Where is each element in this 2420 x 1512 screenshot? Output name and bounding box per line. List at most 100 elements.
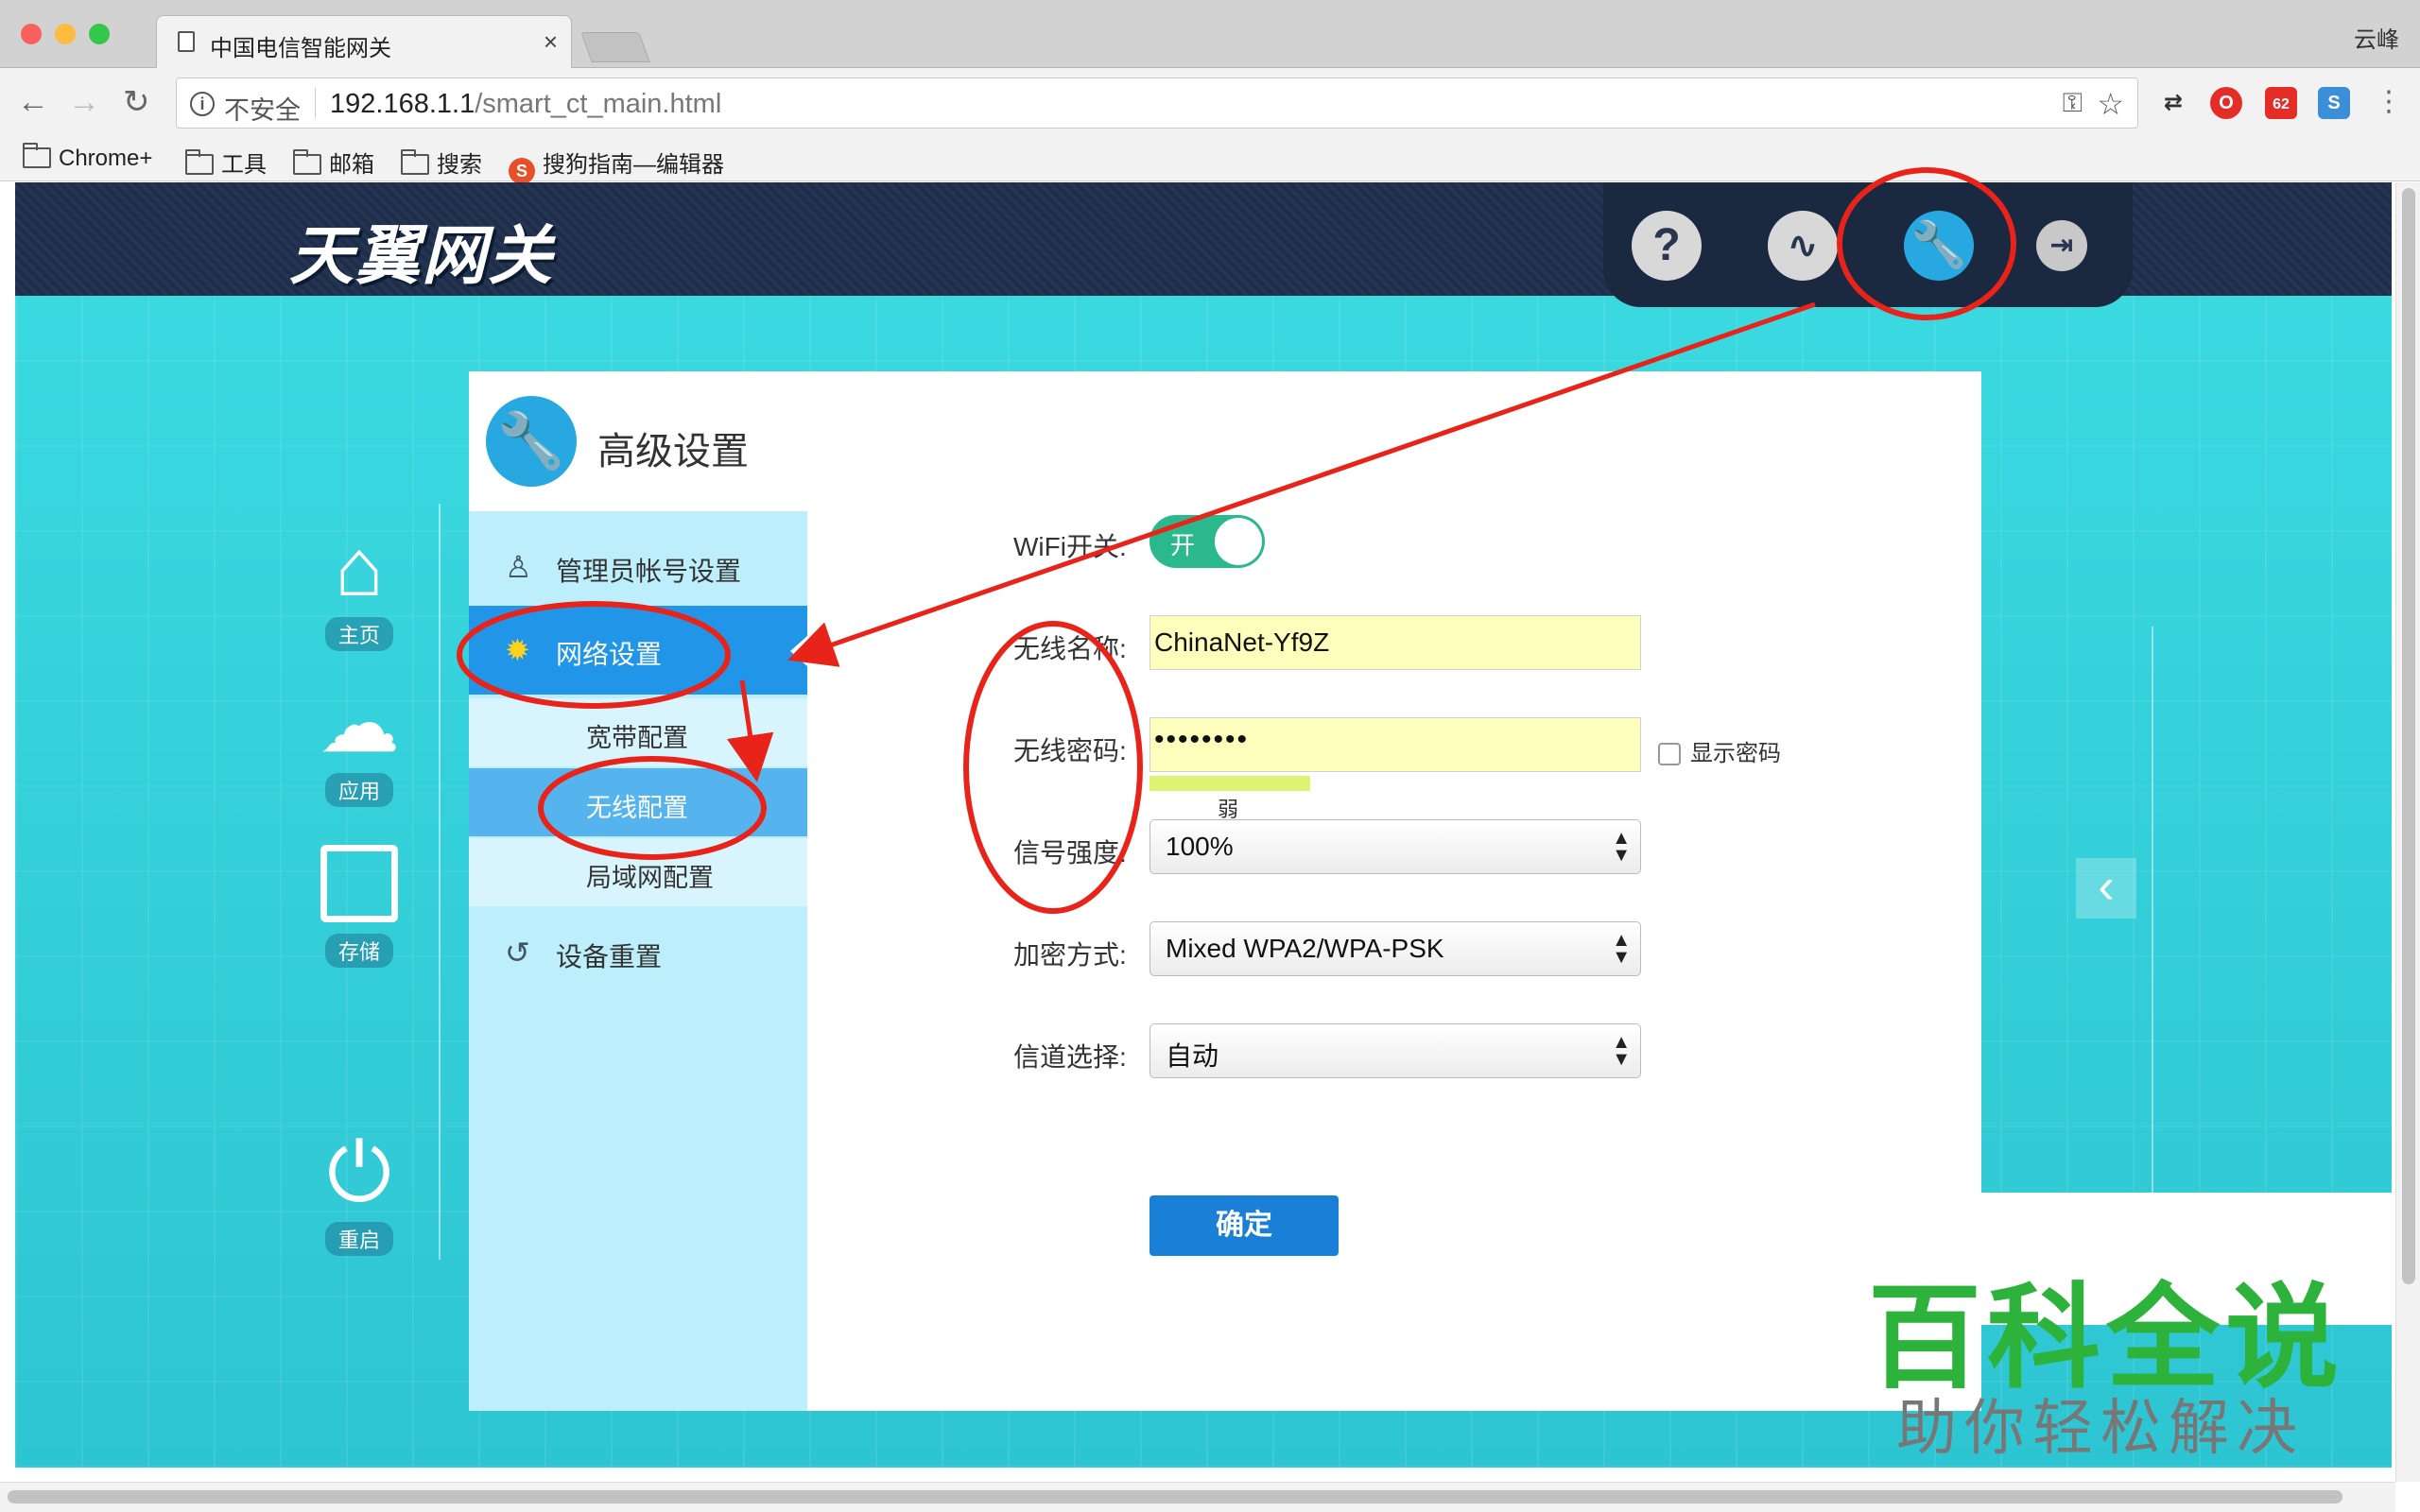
help-icon[interactable]: ? [1632,211,1702,281]
rail-apps-label: 应用 [324,773,393,807]
menu-item-device-reset[interactable]: ↺ 设备重置 [469,908,807,997]
address-bar[interactable]: i 不安全 192.168.1.1/smart_ct_main.html ⚿ ☆ [176,77,2138,129]
rail-home[interactable]: ⌂ 主页 [312,523,406,651]
storage-icon [312,839,406,930]
signal-strength-select[interactable]: 100% ▲ ▼ [1150,819,1641,874]
wrench-icon: 🔧 [486,396,577,487]
show-password-label: 显示密码 [1690,741,1781,766]
confirm-button[interactable]: 确定 [1150,1195,1339,1256]
reset-icon: ↺ [505,936,530,970]
channel-row: 信道选择: 自动 ▲ ▼ [807,1023,1981,1080]
tab-close-icon[interactable]: × [544,27,558,57]
logout-icon[interactable]: ⇥ [2036,220,2087,271]
browser-tab-bar: 中国电信智能网关 × 云峰 [0,0,2420,69]
rail-storage[interactable]: 存储 [312,839,406,968]
bookmark-star-icon[interactable]: ☆ [2097,86,2124,122]
settings-menu-header: 🔧 高级设置 [469,371,807,511]
submenu-label: 无线配置 [586,794,688,822]
header-icon-bar: ? ∿ 🔧 ⇥ [1603,182,2133,307]
password-label: 无线密码: [1013,736,1127,765]
wifi-toggle-state: 开 [1170,531,1196,559]
submenu-item-wireless[interactable]: 无线配置 [469,768,807,836]
toggle-knob [1215,518,1262,565]
settings-menu: 🔧 高级设置 ♙ 管理员帐号设置 ✹ 网络设置 宽带配置 无线配置 局域网配置 … [469,371,807,1411]
ssid-row: 无线名称: ChinaNet-Yf9Z [807,615,1981,672]
signal-strength-label: 信号强度: [1013,838,1127,868]
encryption-row: 加密方式: Mixed WPA2/WPA-PSK ▲ ▼ [807,921,1981,978]
wifi-toggle[interactable]: 开 [1150,515,1265,568]
checkbox-box[interactable] [1658,743,1681,765]
page-icon [178,31,195,52]
rail-storage-label: 存储 [324,934,393,968]
url-host: 192.168.1.1 [330,89,475,119]
browser-tab[interactable]: 中国电信智能网关 × [156,15,572,69]
ssid-label: 无线名称: [1013,634,1127,663]
tab-title: 中国电信智能网关 [210,36,391,61]
home-icon: ⌂ [335,523,384,613]
vertical-scrollbar[interactable] [2395,182,2420,1482]
key-icon[interactable]: ⚿ [2063,88,2083,119]
zoom-window-button[interactable] [89,24,110,44]
info-icon[interactable]: i [190,92,215,116]
forward-arrow-icon[interactable]: → [68,85,100,119]
password-input[interactable]: •••••••• [1150,717,1641,772]
submenu-item-lan[interactable]: 局域网配置 [469,838,807,906]
menu-kebab-icon[interactable]: ⋮ [2375,85,2403,119]
translate-extension-icon[interactable]: ⇄ [2157,87,2189,119]
insecure-label[interactable]: 不安全 [224,90,301,127]
bookmark-mail[interactable]: 邮箱 [293,146,374,179]
show-password-checkbox[interactable]: 显示密码 [1658,734,1781,767]
settings-wrench-icon[interactable]: 🔧 [1904,211,1974,281]
sogou-icon: S [509,158,535,184]
menu-item-network-settings[interactable]: ✹ 网络设置 [469,606,807,695]
encryption-select[interactable]: Mixed WPA2/WPA-PSK ▲ ▼ [1150,921,1641,976]
rail-restart[interactable]: ⏻ 重启 [312,1127,406,1256]
rail-divider [439,504,441,1260]
channel-label: 信道选择: [1013,1042,1127,1072]
back-arrow-icon[interactable]: ← [17,85,49,119]
horizontal-scroll-thumb[interactable] [8,1490,2342,1503]
updown-caret-icon: ▲ ▼ [1612,1032,1631,1070]
password-strength-bar [1150,776,1310,791]
cloud-icon: ☁ [319,679,400,769]
select-value: 100% [1166,832,1234,861]
encryption-label: 加密方式: [1013,940,1127,970]
bookmark-tools[interactable]: 工具 [185,146,267,179]
updown-caret-icon: ▲ ▼ [1612,930,1631,968]
collapse-panel-chevron-icon[interactable]: ‹ [2076,858,2136,919]
select-value: Mixed WPA2/WPA-PSK [1166,934,1444,963]
rail-restart-label: 重启 [324,1222,393,1256]
stats-icon[interactable]: ∿ [1768,211,1838,281]
channel-select[interactable]: 自动 ▲ ▼ [1150,1023,1641,1078]
menu-item-label: 网络设置 [556,640,663,669]
bookmark-label: 邮箱 [329,152,374,178]
folder-icon [293,149,321,175]
bookmark-sogou-guide[interactable]: S 搜狗指南—编辑器 [509,146,724,184]
active-indicator [790,636,807,666]
submenu-item-broadband[interactable]: 宽带配置 [469,698,807,766]
rail-apps[interactable]: ☁ 应用 [312,679,406,807]
menu-item-admin-account[interactable]: ♙ 管理员帐号设置 [469,523,807,611]
close-window-button[interactable] [21,24,42,44]
reload-icon[interactable]: ↻ [123,85,150,119]
browser-user-name[interactable]: 云峰 [2354,21,2399,54]
minimize-window-button[interactable] [55,24,76,44]
adblock-extension-icon[interactable]: 62 [2265,87,2297,119]
select-value: 自动 [1166,1041,1219,1071]
folder-icon [401,149,429,175]
ssid-input[interactable]: ChinaNet-Yf9Z [1150,615,1641,670]
settings-menu-title: 高级设置 [597,431,749,472]
vertical-scroll-thumb[interactable] [2402,188,2415,1284]
s-extension-icon[interactable]: S [2318,87,2350,119]
url-text[interactable]: 192.168.1.1/smart_ct_main.html [330,89,721,120]
extension-badge: 62 [2273,96,2290,112]
bookmark-search[interactable]: 搜索 [401,146,482,179]
tianyi-logo: 天翼网关 [289,218,555,294]
opera-extension-icon[interactable]: O [2210,87,2242,119]
horizontal-scrollbar[interactable] [0,1482,2395,1512]
bookmark-label: 工具 [221,152,267,178]
advanced-settings-panel: 🔧 高级设置 ♙ 管理员帐号设置 ✹ 网络设置 宽带配置 无线配置 局域网配置 … [469,371,1981,1411]
bookmark-chrome-plus[interactable]: Chrome+ [23,143,152,172]
new-tab-button[interactable] [580,32,650,62]
rail-home-label: 主页 [324,617,393,651]
